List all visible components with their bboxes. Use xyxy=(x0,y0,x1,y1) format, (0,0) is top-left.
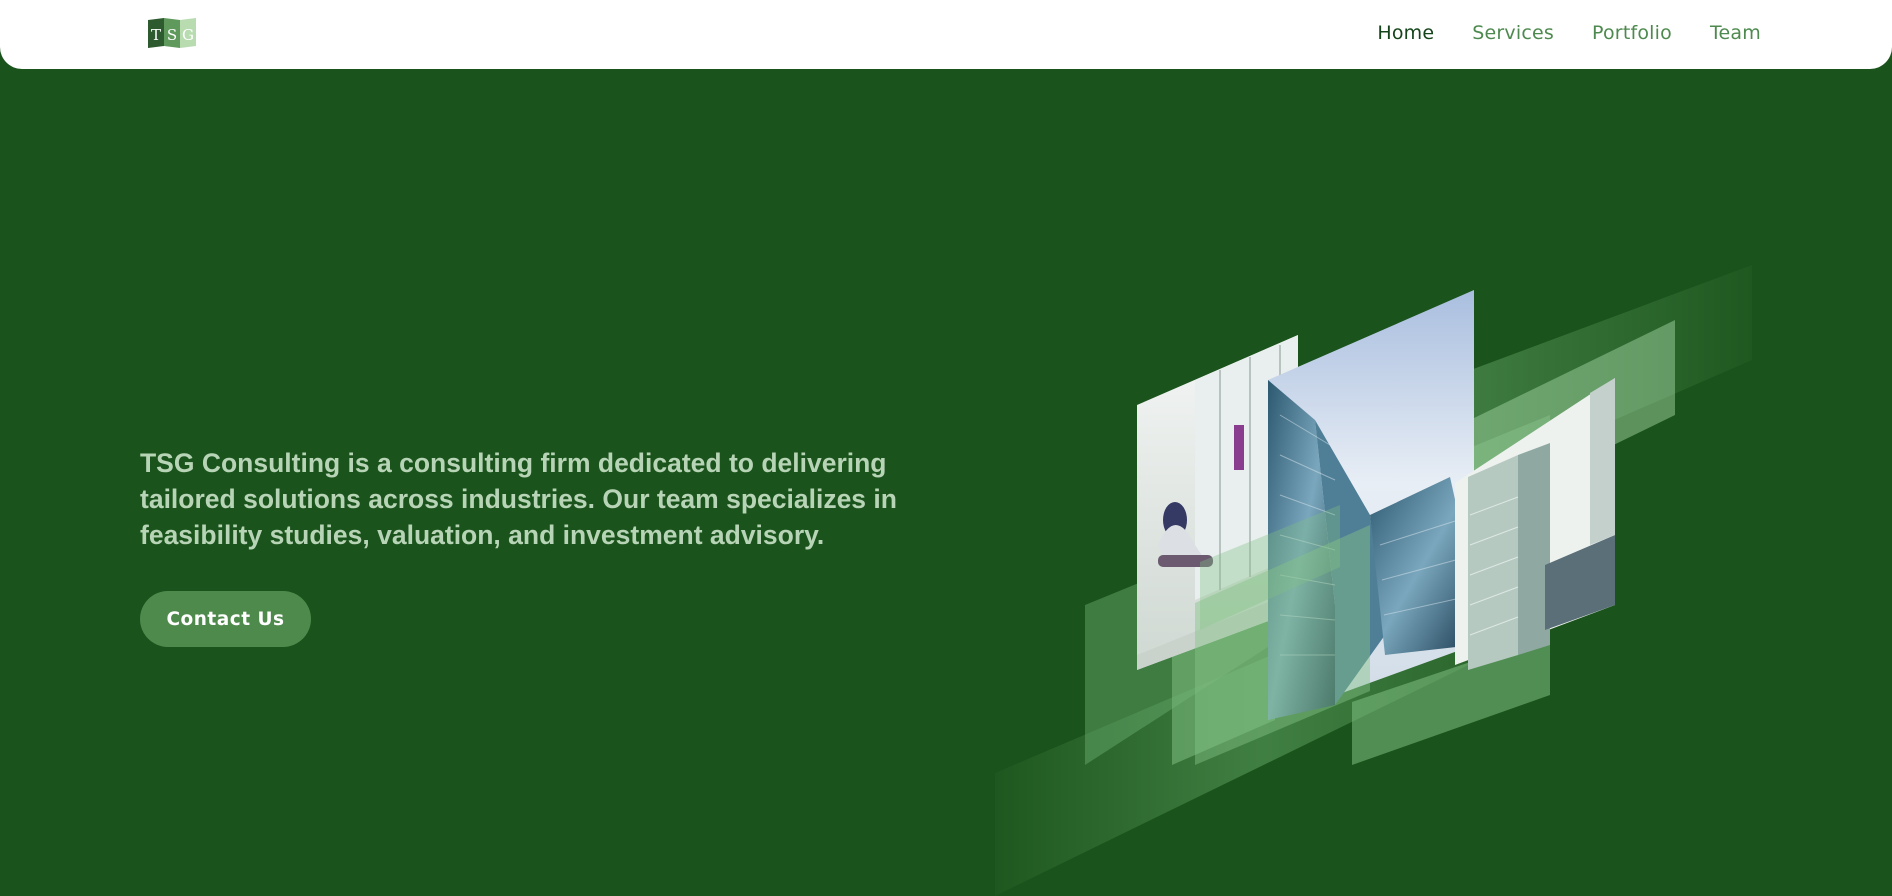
top-navbar: T S G Home Services Portfolio Team xyxy=(0,0,1892,69)
nav-services-link[interactable]: Services xyxy=(1472,22,1554,44)
nav-home-link[interactable]: Home xyxy=(1377,22,1434,44)
main-nav: Home Services Portfolio Team xyxy=(1377,0,1761,66)
nav-team-link[interactable]: Team xyxy=(1710,22,1761,44)
contact-us-button[interactable]: Contact Us xyxy=(140,591,311,647)
svg-text:T: T xyxy=(151,26,161,44)
nav-portfolio-link[interactable]: Portfolio xyxy=(1592,22,1672,44)
hero-description: TSG Consulting is a consulting firm dedi… xyxy=(140,448,897,550)
svg-text:S: S xyxy=(167,26,177,44)
tsg-logo[interactable]: T S G xyxy=(148,18,198,48)
svg-text:G: G xyxy=(182,26,194,44)
hero-illustration xyxy=(990,215,1760,896)
